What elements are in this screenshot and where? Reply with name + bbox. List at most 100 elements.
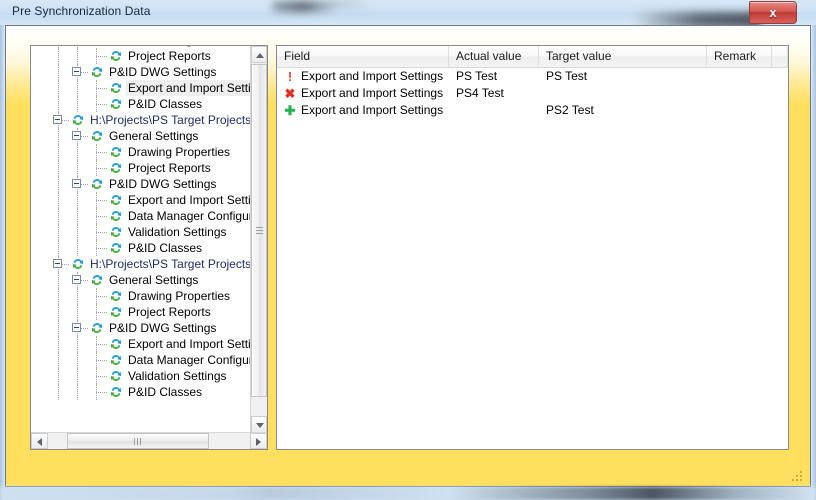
column-header-target-value[interactable]: Target value (539, 46, 707, 67)
list-row[interactable]: ✚ Export and Import Settings PS2 Test (277, 102, 788, 119)
tree-item-label: P&ID Classes (128, 241, 203, 255)
tree-item-label: Data Manager Configurations (128, 353, 252, 367)
warning-icon: ! (287, 69, 293, 84)
tree-connector (96, 376, 107, 377)
sync-icon (109, 337, 123, 351)
sync-icon (109, 97, 123, 111)
sync-icon (109, 49, 123, 63)
grip-icon (134, 438, 143, 445)
sync-icon (109, 241, 123, 255)
scroll-down-button[interactable] (251, 416, 267, 433)
tree-guide (77, 240, 78, 256)
list-header-row: Field Actual value Target value Remark (277, 46, 788, 68)
tree-item[interactable]: H:\Projects\PS Target Projects\2010 (31, 256, 252, 272)
scroll-left-button[interactable] (31, 433, 48, 449)
tree-guide (77, 144, 78, 160)
tree-connector (96, 360, 107, 361)
tree-connector (96, 216, 107, 217)
tree-item[interactable]: Project Reports (31, 48, 252, 64)
triangle-down-icon (256, 423, 264, 428)
tree-item[interactable]: Drawing Properties (31, 288, 252, 304)
tree-item[interactable]: General Settings (31, 128, 252, 144)
triangle-left-icon (37, 438, 42, 446)
grip-icon (256, 227, 263, 234)
tree-guide (77, 224, 78, 240)
list-body: ! Export and Import Settings PS Test PS Tes… (277, 68, 788, 449)
tree-item[interactable]: Validation Settings (31, 368, 252, 384)
tree-item-label: P&ID Classes (128, 97, 203, 111)
tree-item-label: P&ID DWG Settings (109, 177, 217, 191)
tree-item[interactable]: Export and Import Settings (31, 336, 252, 352)
tree-expander-collapse[interactable] (72, 131, 81, 140)
tree-connector (96, 104, 107, 105)
tree-expander-collapse[interactable] (72, 179, 81, 188)
cell-field: Export and Import Settings (301, 69, 444, 83)
tree-item[interactable]: P&ID DWG Settings (31, 320, 252, 336)
tree-item[interactable]: Export and Import Settings (31, 80, 252, 96)
title-bar[interactable]: Pre Synchronization Data x (0, 0, 816, 25)
tree-node-list: General Settings Project Reports P&ID DWG … (31, 46, 252, 400)
column-header-actual-value[interactable]: Actual value (449, 46, 539, 67)
vertical-scroll-thumb[interactable] (251, 64, 267, 397)
sync-icon (109, 353, 123, 367)
tree-item[interactable]: Data Manager Configurations (31, 208, 252, 224)
blurred-region-3 (636, 12, 761, 25)
tree-item[interactable]: Project Reports (31, 304, 252, 320)
tree-connector (96, 232, 107, 233)
tree-guide (77, 304, 78, 320)
sync-icon (90, 129, 104, 143)
tree-expander-collapse[interactable] (72, 67, 81, 76)
column-header-field[interactable]: Field (277, 46, 449, 67)
tree-connector (96, 248, 107, 249)
tree-connector (96, 56, 107, 57)
tree-item[interactable]: P&ID DWG Settings (31, 64, 252, 80)
triangle-right-icon (256, 438, 261, 446)
tree-item[interactable]: H:\Projects\PS Target Projects\2010 (31, 112, 252, 128)
cell-remark (714, 68, 772, 85)
tree-item-label: Export and Import Settings (126, 80, 252, 96)
tree-item[interactable]: Export and Import Settings (31, 192, 252, 208)
tree-item[interactable]: P&ID DWG Settings (31, 176, 252, 192)
sync-icon (109, 193, 123, 207)
column-header-remark[interactable]: Remark (707, 46, 772, 67)
tree-vertical-scrollbar[interactable] (250, 46, 267, 433)
dialog-client-area: General Settings Project Reports P&ID DWG … (5, 25, 811, 487)
tree-connector (96, 152, 107, 153)
cell-actual-value: PS Test (456, 69, 498, 83)
tree-expander-collapse[interactable] (53, 115, 62, 124)
sync-icon (71, 113, 85, 127)
tree-guide (77, 160, 78, 176)
tree-expander-collapse[interactable] (72, 275, 81, 284)
horizontal-scroll-thumb[interactable] (67, 433, 209, 449)
tree-item[interactable]: P&ID Classes (31, 384, 252, 400)
tree-horizontal-scrollbar[interactable] (31, 432, 267, 449)
tree-item-label: Drawing Properties (128, 145, 231, 159)
scroll-right-button[interactable] (250, 433, 267, 449)
sync-icon (90, 46, 104, 47)
tree-item[interactable]: P&ID Classes (31, 240, 252, 256)
tree-item[interactable]: Data Manager Configurations (31, 352, 252, 368)
tree-item-label: P&ID DWG Settings (109, 65, 217, 79)
tree-item[interactable]: P&ID Classes (31, 96, 252, 112)
column-header-spacer[interactable] (772, 46, 788, 67)
blurred-region-2 (330, 0, 370, 8)
cell-target-value (546, 85, 707, 102)
list-row[interactable]: ✖ Export and Import Settings PS4 Test (277, 85, 788, 102)
tree-item[interactable]: General Settings (31, 272, 252, 288)
tree-expander-collapse[interactable] (53, 259, 62, 268)
sync-icon (109, 305, 123, 319)
tree-item[interactable]: Validation Settings (31, 224, 252, 240)
tree-item[interactable]: Project Reports (31, 160, 252, 176)
scroll-up-button[interactable] (251, 46, 267, 63)
list-row[interactable]: ! Export and Import Settings PS Test PS Tes… (277, 68, 788, 85)
tree-expander-collapse[interactable] (72, 323, 81, 332)
close-button[interactable]: x (749, 1, 797, 24)
settings-tree-panel[interactable]: General Settings Project Reports P&ID DWG … (30, 45, 268, 450)
comparison-list-panel[interactable]: Field Actual value Target value Remark ! Exp… (276, 45, 789, 450)
tree-guide (77, 48, 78, 64)
tree-item[interactable]: Drawing Properties (31, 144, 252, 160)
tree-guide (58, 336, 59, 352)
cell-actual-value (456, 102, 539, 119)
resize-grip-icon[interactable] (792, 471, 803, 482)
tree-guide (77, 288, 78, 304)
